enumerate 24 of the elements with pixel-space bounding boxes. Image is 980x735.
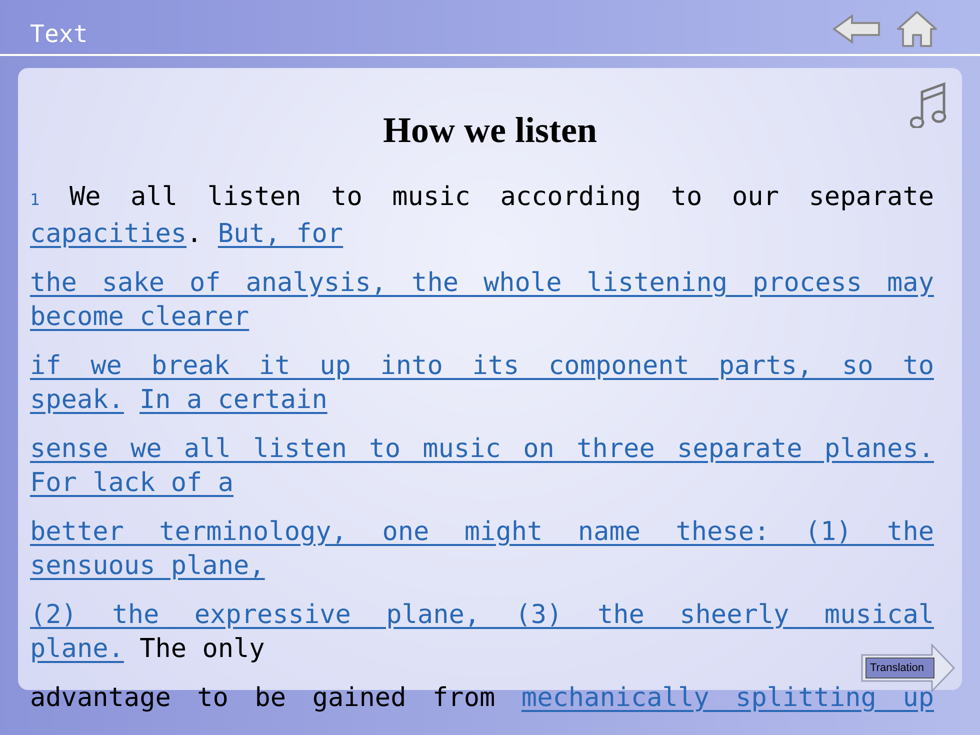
text-link[interactable]: plane. bbox=[30, 634, 124, 664]
text-link[interactable]: if we break it up into its component parts, so to bbox=[30, 351, 934, 381]
text-link[interactable]: But, for bbox=[218, 219, 344, 249]
back-arrow-icon[interactable] bbox=[832, 14, 882, 44]
text-link[interactable]: sensuous plane, bbox=[30, 551, 265, 581]
article-title: How we listen bbox=[382, 112, 598, 148]
text-link[interactable]: sense we all listen to music on three separate planes. bbox=[30, 434, 934, 464]
paragraph-number: 1 bbox=[30, 190, 40, 209]
text-link[interactable]: become clearer bbox=[30, 302, 250, 332]
translation-button[interactable]: Translation bbox=[860, 643, 956, 693]
body-text: The only bbox=[138, 634, 265, 664]
home-icon[interactable] bbox=[896, 10, 938, 48]
text-link[interactable]: For lack of a bbox=[30, 468, 234, 498]
body-text: . bbox=[186, 219, 204, 249]
text-link[interactable]: (2) the expressive plane, (3) the sheerly musical bbox=[30, 600, 934, 630]
text-link[interactable]: In a certain bbox=[140, 385, 328, 415]
text-link[interactable]: speak. bbox=[30, 385, 124, 415]
text-link[interactable]: capacities bbox=[30, 219, 187, 249]
text-link[interactable]: better terminology, one might name these: (1) the bbox=[30, 517, 934, 547]
header-title: Text bbox=[30, 22, 88, 50]
body-text: We all listen to music according to our separate bbox=[68, 182, 934, 212]
music-note-icon bbox=[910, 80, 948, 128]
body-text: advantage to be gained from bbox=[30, 683, 496, 713]
text-link[interactable]: the sake of analysis, the whole listening process may bbox=[30, 268, 934, 298]
